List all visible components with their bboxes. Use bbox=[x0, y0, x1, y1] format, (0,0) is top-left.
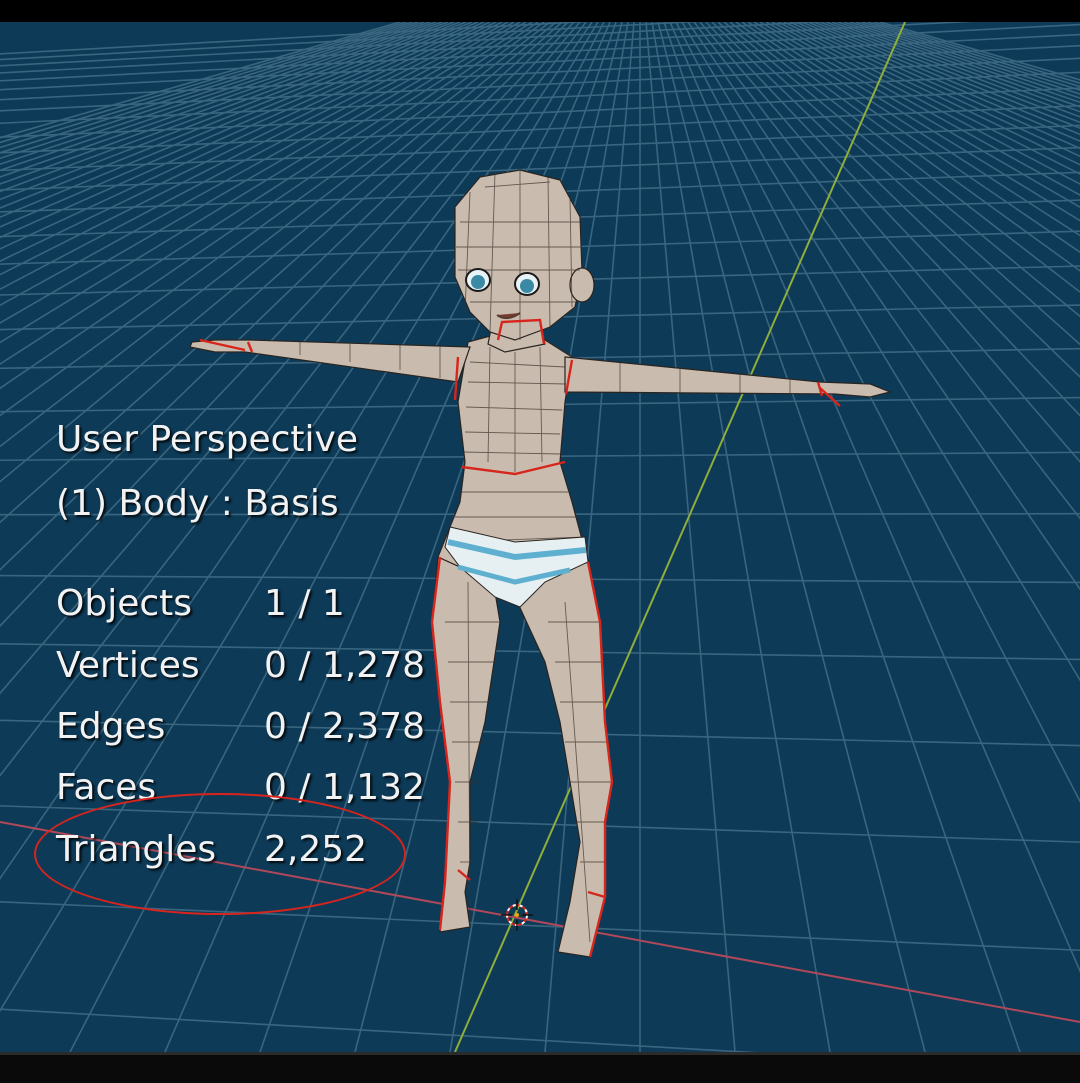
grid-line bbox=[693, 22, 1080, 520]
grid-line bbox=[651, 22, 831, 1052]
grid-line bbox=[765, 22, 1080, 196]
viewport-bottom-border bbox=[0, 1052, 1080, 1083]
stat-label-objects: Objects bbox=[56, 583, 193, 624]
right-arm bbox=[564, 356, 892, 398]
grid-line bbox=[0, 1008, 759, 1052]
grid-line bbox=[771, 22, 1080, 185]
stat-label-edges: Edges bbox=[56, 706, 166, 747]
right-leg bbox=[514, 561, 613, 958]
grid-line bbox=[801, 22, 1080, 143]
stat-value-objects: 1 / 1 bbox=[264, 583, 345, 624]
grid-line bbox=[645, 22, 736, 1052]
grid-line bbox=[687, 22, 1080, 591]
grid-line bbox=[759, 22, 1080, 209]
grid-line bbox=[657, 22, 926, 1052]
triangles-highlight-annotation bbox=[34, 793, 406, 915]
stat-label-vertices: Vertices bbox=[56, 645, 200, 686]
object-info: (1) Body : Basis bbox=[56, 483, 339, 524]
right-iris bbox=[520, 279, 534, 293]
grid-line bbox=[807, 22, 1080, 136]
view-name: User Perspective bbox=[56, 419, 358, 460]
ear bbox=[569, 267, 595, 303]
grid-line bbox=[0, 57, 1080, 112]
grid-line bbox=[747, 22, 1080, 237]
grid-line bbox=[795, 22, 1080, 150]
grid-line bbox=[0, 124, 1080, 172]
stat-value-vertices: 0 / 1,278 bbox=[264, 645, 425, 686]
stat-value-edges: 0 / 2,378 bbox=[264, 706, 425, 747]
grid-line bbox=[669, 22, 1080, 974]
grid-line bbox=[783, 22, 1080, 166]
grid-line bbox=[711, 22, 1080, 379]
left-iris bbox=[471, 275, 485, 289]
